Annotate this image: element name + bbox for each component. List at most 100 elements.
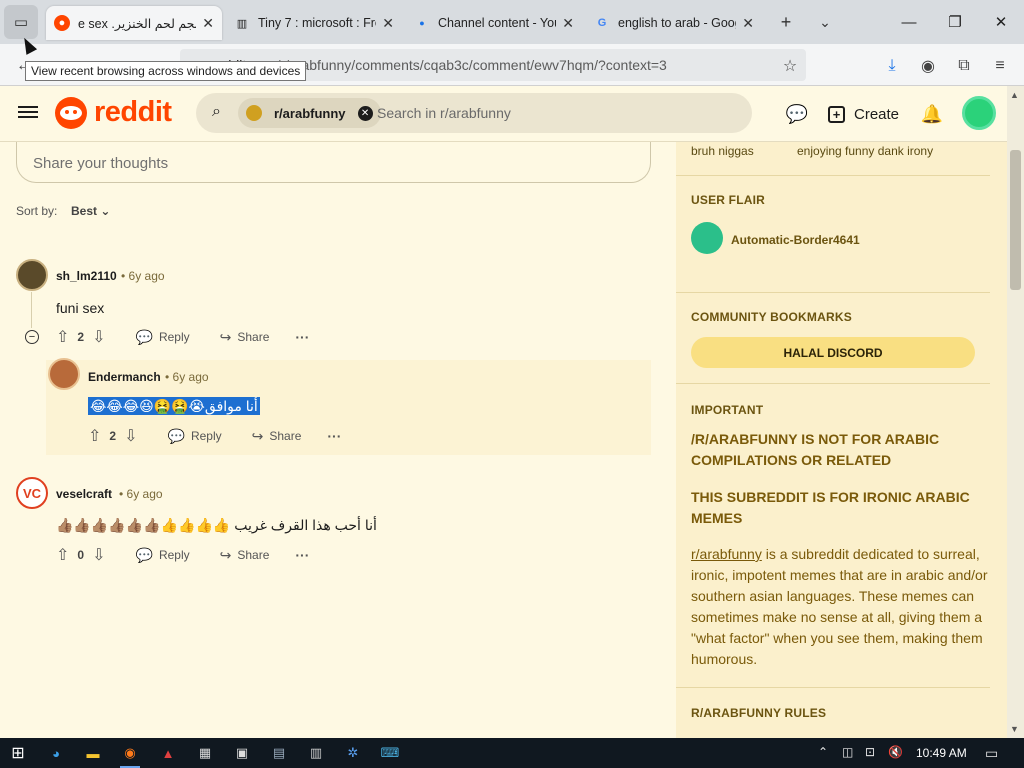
browser-tab-google[interactable]: G english to arab - Googl ✕ <box>586 6 762 40</box>
rule-notice: THIS SUBREDDIT IS FOR IRONIC ARABIC MEME… <box>691 489 970 526</box>
printer-icon[interactable]: ▥ <box>304 741 328 765</box>
downvote-icon[interactable]: ⇩ <box>124 426 137 446</box>
collapse-thread-icon[interactable]: − <box>25 330 39 344</box>
downloads-icon[interactable]: ⤓ <box>880 54 904 78</box>
tab-list-chevron-icon[interactable]: ⌄ <box>813 10 837 34</box>
volume-muted-icon[interactable]: 🔇 <box>888 745 903 759</box>
windows-start-icon[interactable]: ⊞ <box>6 741 30 765</box>
share-button[interactable]: ↪ Share <box>252 428 302 445</box>
search-icon: ⌕ <box>212 103 221 120</box>
share-button[interactable]: ↪ Share <box>220 547 270 564</box>
settings-icon[interactable]: ✲ <box>341 741 365 765</box>
subreddit-link[interactable]: r/arabfunny <box>691 546 762 562</box>
description-text: is a subreddit dedicated to surreal, iro… <box>691 546 988 667</box>
command-prompt-icon[interactable]: ▣ <box>230 741 254 765</box>
account-icon[interactable]: ◉ <box>916 54 940 78</box>
close-tab-icon[interactable]: ✕ <box>742 15 754 32</box>
dot-icon: ● <box>419 18 425 28</box>
browser-tab-youtube[interactable]: ● Channel content - YouT ✕ <box>406 6 582 40</box>
file-explorer-icon[interactable]: ▬ <box>81 741 105 765</box>
avatar[interactable]: VC <box>16 477 48 509</box>
tray-app-icon[interactable]: ◫ <box>842 745 853 759</box>
extensions-icon[interactable]: ⧉ <box>952 54 976 78</box>
restore-icon[interactable]: ❐ <box>932 6 978 38</box>
reddit-logo-text[interactable]: reddit <box>94 96 172 129</box>
reply-bubble-icon: 💬 <box>135 328 153 345</box>
browser-tab-bar: ▭ ● e sex .منجم لحم الخنزير ✕ ▥ Tiny 7 :… <box>0 0 1024 44</box>
tooltip: View recent browsing across windows and … <box>25 61 307 81</box>
comment-body: أنا أحب هذا القرف غريب 👍👍👍👍👍🏽👍🏽👍🏽👍🏽👍🏽👍🏽 <box>56 517 377 533</box>
scroll-up-icon[interactable]: ▲ <box>1010 90 1019 100</box>
network-app-icon[interactable]: ▤ <box>267 741 291 765</box>
user-avatar[interactable] <box>962 96 996 130</box>
firefox-icon[interactable]: ◉ <box>118 741 142 768</box>
close-window-icon[interactable]: ✕ <box>978 6 1024 38</box>
user-flair-name[interactable]: Automatic-Border4641 <box>731 233 860 247</box>
scroll-thumb[interactable] <box>1010 150 1021 290</box>
create-label: Create <box>854 105 900 123</box>
tab-title: e sex .منجم لحم الخنزير <box>78 16 197 31</box>
upvote-icon[interactable]: ⇧ <box>56 545 69 565</box>
page-scrollbar[interactable]: ▲ ▼ <box>1007 86 1024 738</box>
downvote-icon[interactable]: ⇩ <box>92 327 105 347</box>
sort-dropdown[interactable]: Best <box>71 204 110 218</box>
clock[interactable]: 10:49 AM <box>916 746 967 760</box>
notifications-bell-icon[interactable]: 🔔 <box>919 101 945 127</box>
browser-tab-archive[interactable]: ▥ Tiny 7 : microsoft : Free ✕ <box>226 6 402 40</box>
clear-chip-icon[interactable]: ✕ <box>357 105 373 121</box>
keyboard-icon[interactable]: ⌨ <box>378 741 402 765</box>
more-options-icon[interactable]: ··· <box>327 428 341 444</box>
avatar[interactable] <box>16 259 48 291</box>
subreddit-chip[interactable]: r/arabfunny ✕ <box>238 98 381 128</box>
reply-button[interactable]: 💬 Reply <box>168 428 222 445</box>
thread-line[interactable] <box>31 292 32 328</box>
menu-icon[interactable]: ≡ <box>988 54 1012 78</box>
subreddit-chip-label: r/arabfunny <box>274 105 346 121</box>
downvote-icon[interactable]: ⇩ <box>92 545 105 565</box>
halal-discord-button[interactable]: HALAL DISCORD <box>691 337 975 368</box>
new-tab-icon[interactable]: + <box>774 10 798 34</box>
close-tab-icon[interactable]: ✕ <box>382 15 394 32</box>
app-icon[interactable]: ▲ <box>156 741 180 765</box>
notification-center-icon[interactable]: ▭ <box>985 745 998 762</box>
selected-text: أنا موافق😭🤮🤮😆😂😂😂 <box>88 397 260 415</box>
minimize-icon[interactable]: — <box>886 6 932 38</box>
tray-chevron-icon[interactable]: ⌃ <box>818 745 828 759</box>
user-flair-heading: USER FLAIR <box>691 193 765 207</box>
reddit-logo-icon[interactable] <box>55 97 87 129</box>
chat-icon[interactable]: 💬 <box>784 101 810 127</box>
comment-age: • 6y ago <box>165 370 209 384</box>
divider <box>676 175 990 176</box>
avatar[interactable] <box>48 358 80 390</box>
create-button[interactable]: + Create <box>828 102 899 126</box>
tab-overview-button[interactable]: ▭ <box>4 5 38 39</box>
share-button[interactable]: ↪ Share <box>220 329 270 346</box>
bookmark-star-icon[interactable]: ☆ <box>778 54 802 78</box>
more-options-icon[interactable]: ··· <box>295 329 309 345</box>
search-bar[interactable]: ⌕ r/arabfunny ✕ Search in r/arabfunny <box>196 93 752 133</box>
comment-author[interactable]: sh_lm2110 <box>56 269 117 283</box>
reply-button[interactable]: 💬 Reply <box>136 329 190 346</box>
more-options-icon[interactable]: ··· <box>295 547 309 563</box>
scroll-down-icon[interactable]: ▼ <box>1010 724 1019 734</box>
upvote-icon[interactable]: ⇧ <box>56 327 69 347</box>
network-icon[interactable]: ⊡ <box>865 745 875 759</box>
hamburger-menu-icon[interactable] <box>18 103 38 123</box>
reply-button[interactable]: 💬 Reply <box>136 547 190 564</box>
search-input[interactable]: Search in r/arabfunny <box>377 105 511 121</box>
edge-browser-icon[interactable]: ◕ <box>44 741 68 765</box>
avatar <box>691 222 723 254</box>
tab-title: Channel content - YouT <box>438 16 557 30</box>
post-flair[interactable]: enjoying funny dank irony <box>797 144 933 158</box>
close-tab-icon[interactable]: ✕ <box>202 15 214 32</box>
close-tab-icon[interactable]: ✕ <box>562 15 574 32</box>
rules-heading[interactable]: R/ARABFUNNY RULES <box>691 706 826 720</box>
browser-tab-reddit[interactable]: ● e sex .منجم لحم الخنزير ✕ <box>46 6 222 40</box>
share-thoughts-input[interactable]: Share your thoughts <box>16 142 651 183</box>
url-path: /r/arabfunny/comments/cqab3c/comment/ewv… <box>276 57 667 73</box>
comment-author[interactable]: Endermanch <box>88 370 161 384</box>
upvote-icon[interactable]: ⇧ <box>88 426 101 446</box>
post-flair[interactable]: bruh niggas <box>691 144 754 158</box>
media-icon[interactable]: ▦ <box>193 741 217 765</box>
comment-author[interactable]: veselcraft <box>56 487 112 501</box>
